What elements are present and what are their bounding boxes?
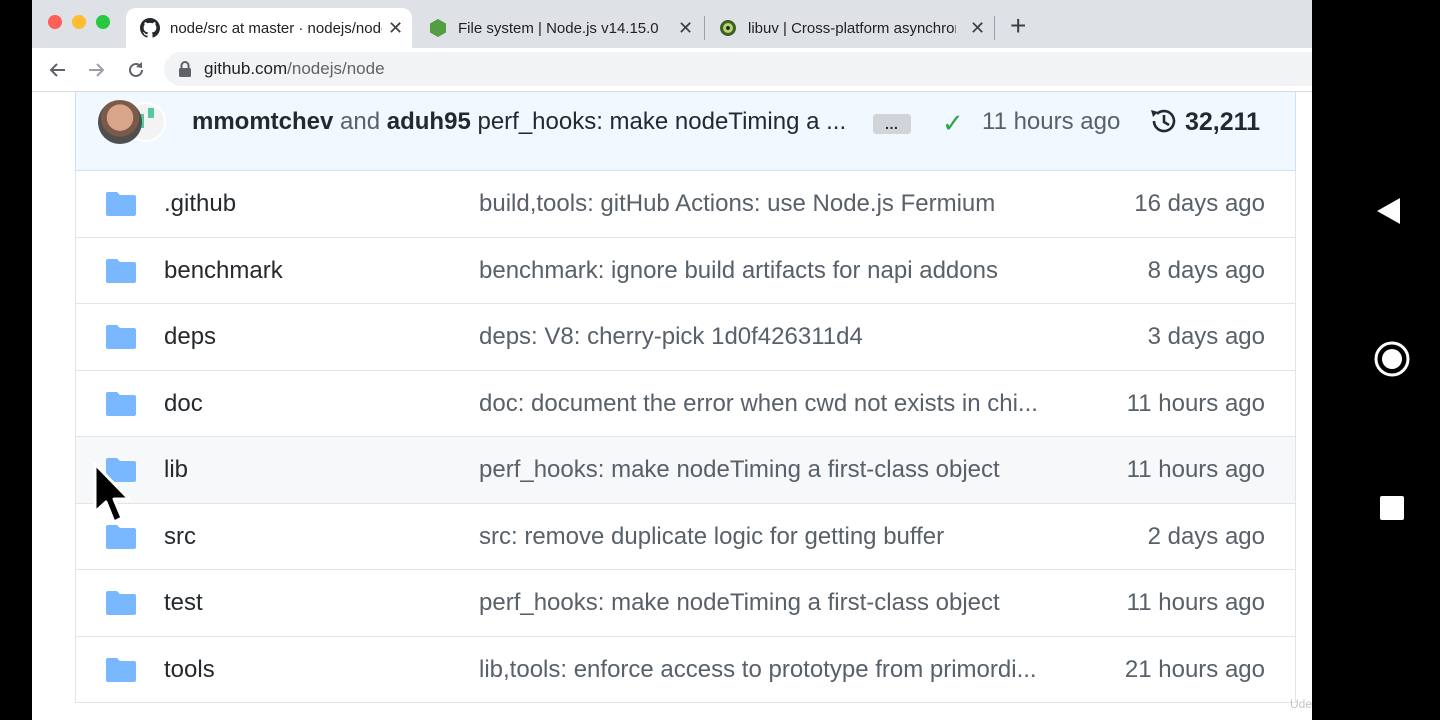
file-name-link[interactable]: doc (164, 390, 203, 418)
android-navigation-bar (1312, 0, 1440, 720)
commit-message-link[interactable]: deps: V8: cherry-pick 1d0f426311d4 (479, 323, 863, 351)
check-icon[interactable]: ✓ (942, 108, 964, 139)
maximize-window-button[interactable] (96, 15, 110, 29)
home-circle-icon[interactable] (1374, 341, 1410, 377)
commit-message-link[interactable]: doc: document the error when cwd not exi… (479, 390, 1038, 418)
table-row[interactable]: lib perf_hooks: make nodeTiming a first-… (76, 437, 1295, 504)
libuv-icon (718, 18, 738, 38)
file-name-link[interactable]: .github (164, 190, 236, 218)
url-path: /nodejs/node (287, 59, 385, 78)
nodejs-icon (428, 18, 448, 38)
commit-age: 8 days ago (1147, 256, 1265, 284)
address-bar[interactable]: github.com/nodejs/node (164, 52, 1312, 86)
commit-message-link[interactable]: perf_hooks: make nodeTiming a first-clas… (479, 456, 1000, 484)
commit-message-link[interactable]: perf_hooks: make nodeTiming a ... (477, 108, 846, 135)
tab-close-icon[interactable]: ✕ (388, 18, 403, 39)
commit-time[interactable]: 11 hours ago (982, 108, 1120, 136)
tab-libuv[interactable]: libuv | Cross-platform asynchronous ✕ (718, 8, 992, 48)
back-button[interactable] (44, 56, 72, 84)
commit-author-link[interactable]: mmomtchev (192, 108, 333, 135)
commit-author-link[interactable]: aduh95 (387, 108, 471, 135)
commit-age: 11 hours ago (1126, 389, 1265, 417)
browser-toolbar: github.com/nodejs/node (32, 48, 1312, 92)
commit-count[interactable]: 32,211 (1185, 108, 1260, 137)
tab-separator (994, 16, 995, 40)
table-row[interactable]: deps deps: V8: cherry-pick 1d0f426311d4 … (76, 304, 1295, 371)
file-name-link[interactable]: deps (164, 323, 216, 351)
arrow-right-icon (89, 63, 105, 77)
tab-separator (704, 16, 705, 40)
history-icon[interactable] (1148, 105, 1180, 137)
commit-age: 21 hours ago (1124, 655, 1265, 683)
tab-nodejs-file-system[interactable]: File system | Node.js v14.15.0 D ✕ (428, 8, 698, 48)
new-tab-button[interactable]: + (1010, 10, 1026, 42)
tab-close-icon[interactable]: ✕ (970, 18, 985, 39)
folder-icon (106, 325, 136, 349)
folder-icon (106, 524, 136, 549)
table-row[interactable]: doc doc: document the error when cwd not… (76, 370, 1295, 437)
recents-square-icon[interactable] (1380, 496, 1404, 520)
commit-age: 2 days ago (1147, 522, 1265, 550)
screen: node/src at master · nodejs/node ✕ File … (0, 0, 1440, 720)
forward-button[interactable] (82, 56, 110, 84)
url-host: github.com (204, 59, 288, 78)
and-text: and (340, 108, 381, 135)
folder-icon (106, 591, 136, 615)
table-row[interactable]: test perf_hooks: make nodeTiming a first… (76, 570, 1295, 637)
folder-icon (106, 657, 136, 682)
reload-icon (129, 62, 143, 77)
file-list: .github build,tools: gitHub Actions: use… (75, 171, 1296, 703)
reload-button[interactable] (122, 56, 150, 84)
commit-summary: mmomtchev and aduh95 perf_hooks: make no… (192, 108, 846, 136)
commit-message-link[interactable]: benchmark: ignore build artifacts for na… (479, 257, 998, 285)
minimize-window-button[interactable] (72, 15, 86, 29)
commit-message-link[interactable]: lib,tools: enforce access to prototype f… (479, 656, 1037, 684)
file-name-link[interactable]: src (164, 523, 196, 551)
tab-close-icon[interactable]: ✕ (678, 18, 693, 39)
commit-message-link[interactable]: perf_hooks: make nodeTiming a first-clas… (479, 589, 1000, 617)
arrow-left-icon (49, 63, 65, 77)
tab-github-node-src[interactable]: node/src at master · nodejs/node ✕ (126, 8, 412, 48)
lock-icon[interactable] (178, 61, 192, 77)
commit-message-link[interactable]: build,tools: gitHub Actions: use Node.js… (479, 190, 995, 218)
commit-age: 11 hours ago (1126, 589, 1265, 616)
github-icon (140, 18, 160, 38)
folder-icon (106, 258, 136, 283)
table-row[interactable]: .github build,tools: gitHub Actions: use… (76, 171, 1295, 238)
mouse-cursor-icon (93, 462, 131, 524)
browser-window: node/src at master · nodejs/node ✕ File … (32, 0, 1312, 720)
table-row[interactable]: src src: remove duplicate logic for gett… (76, 503, 1295, 570)
file-name-link[interactable]: test (164, 589, 203, 617)
commit-message-link[interactable]: src: remove duplicate logic for getting … (479, 523, 944, 551)
expand-commit-message-button[interactable]: … (873, 114, 911, 134)
tab-title: node/src at master · nodejs/node (170, 19, 382, 37)
tab-strip: node/src at master · nodejs/node ✕ File … (32, 0, 1312, 48)
file-name-link[interactable]: lib (164, 456, 188, 484)
table-row[interactable]: tools lib,tools: enforce access to proto… (76, 636, 1295, 703)
table-row[interactable]: benchmark benchmark: ignore build artifa… (76, 237, 1295, 304)
back-triangle-icon[interactable] (1376, 197, 1402, 225)
watermark: Udemy (1290, 697, 1312, 711)
file-name-link[interactable]: tools (164, 656, 215, 684)
folder-icon (106, 192, 136, 216)
close-window-button[interactable] (48, 15, 62, 29)
commit-age: 16 days ago (1134, 190, 1265, 217)
avatar[interactable] (98, 100, 142, 144)
commit-age: 11 hours ago (1126, 456, 1265, 483)
tab-title: libuv | Cross-platform asynchronous (748, 19, 956, 37)
latest-commit-bar: mmomtchev and aduh95 perf_hooks: make no… (75, 92, 1296, 171)
folder-icon (106, 391, 136, 416)
tab-title: File system | Node.js v14.15.0 D (458, 19, 664, 37)
github-page: mmomtchev and aduh95 perf_hooks: make no… (32, 92, 1312, 720)
file-name-link[interactable]: benchmark (164, 257, 283, 285)
commit-age: 3 days ago (1147, 323, 1265, 350)
